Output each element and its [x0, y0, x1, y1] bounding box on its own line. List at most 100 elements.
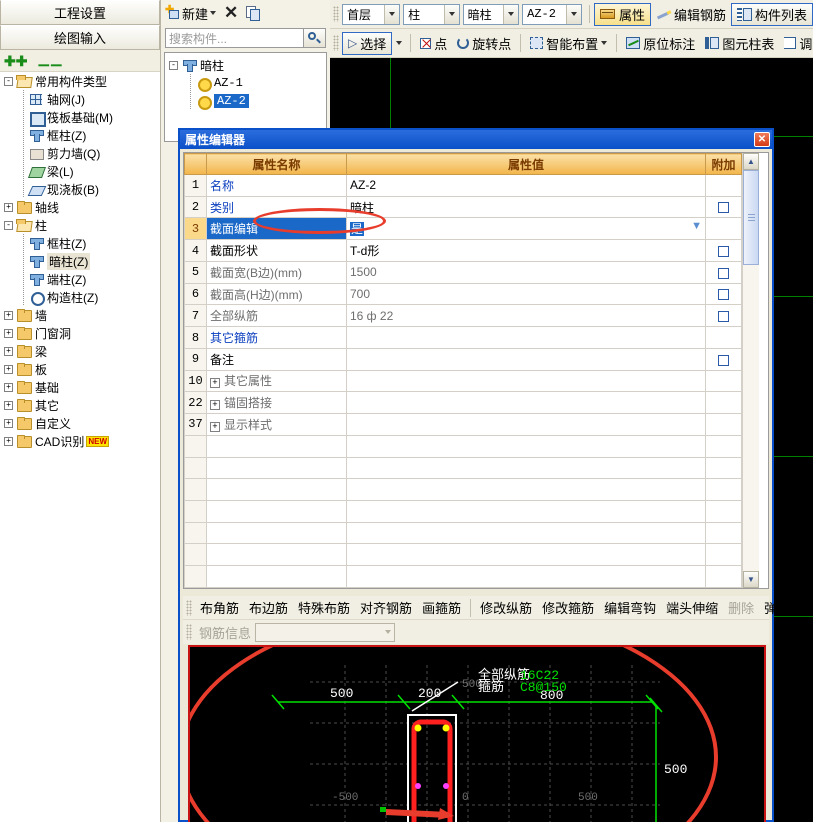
chevron-down-icon[interactable]: [601, 41, 608, 45]
property-value-cell[interactable]: 700: [346, 282, 706, 306]
project-settings-button[interactable]: 工程设置: [0, 0, 160, 25]
chevron-down-icon[interactable]: [385, 630, 392, 634]
add-component-icon[interactable]: ✚✚: [4, 54, 27, 68]
table-row[interactable]: 22 + 锚固搭接: [184, 391, 742, 415]
property-value-cell[interactable]: [346, 347, 706, 371]
component-list-button[interactable]: 构件列表: [730, 2, 813, 26]
edit-hook-button[interactable]: 编辑弯钩: [599, 597, 661, 618]
rebar-info-combo[interactable]: [255, 622, 396, 642]
draw-stirrup-button[interactable]: 画箍筋: [417, 597, 466, 618]
tree-item-10[interactable]: 暗柱(Z): [0, 252, 160, 270]
end-stretch-button[interactable]: 端头伸缩: [661, 597, 723, 618]
attach-cell[interactable]: [705, 239, 742, 262]
table-row[interactable]: 8 其它箍筋: [184, 326, 742, 349]
tree-expander[interactable]: -: [4, 220, 13, 230]
chevron-down-icon[interactable]: [396, 41, 403, 45]
property-value-cell[interactable]: [346, 413, 706, 436]
scroll-thumb[interactable]: [743, 170, 759, 265]
scroll-up-button[interactable]: ▲: [743, 153, 759, 170]
tree-expander[interactable]: +: [4, 202, 13, 212]
search-button[interactable]: [304, 28, 326, 48]
attach-cell[interactable]: [705, 260, 742, 284]
close-icon[interactable]: ✕: [754, 132, 770, 147]
close-icon[interactable]: ✕: [224, 4, 238, 21]
tree-expander[interactable]: +: [4, 382, 13, 392]
table-row[interactable]: 5 截面宽(B边)(mm) 1500: [184, 260, 742, 284]
property-name-cell[interactable]: 全部纵筋: [206, 304, 347, 328]
table-row[interactable]: 37 + 显示样式: [184, 413, 742, 436]
component-type-combo[interactable]: 暗柱: [462, 3, 520, 25]
search-input[interactable]: 搜索构件...: [165, 28, 304, 48]
attach-cell[interactable]: [705, 347, 742, 371]
tree-expander[interactable]: +: [4, 310, 13, 320]
attach-cell[interactable]: [705, 282, 742, 306]
attach-checkbox[interactable]: [718, 245, 729, 257]
tree-item-6[interactable]: 现浇板(B): [0, 180, 160, 198]
tree-expander[interactable]: +: [4, 346, 13, 356]
property-name-cell[interactable]: 备注: [206, 347, 347, 371]
property-name-cell[interactable]: 截面高(H边)(mm): [206, 282, 347, 306]
component-type-tree[interactable]: - 常用构件类型 轴网(J) 筏板基础(M) 框柱(Z) 剪力墙(Q) 梁(L) 现浇板(B)…: [0, 72, 160, 822]
property-value-cell[interactable]: AZ-2: [346, 174, 706, 197]
property-value-cell[interactable]: [346, 326, 706, 349]
table-row[interactable]: 9 备注: [184, 347, 742, 371]
row-expander[interactable]: +: [210, 421, 220, 432]
table-row[interactable]: 10 + 其它属性: [184, 369, 742, 393]
chevron-down-icon[interactable]: [503, 4, 519, 24]
property-value-cell[interactable]: 1500: [346, 260, 706, 284]
tree-expander[interactable]: +: [4, 436, 13, 446]
align-rebar-button[interactable]: 对齐钢筋: [355, 597, 417, 618]
chevron-down-icon[interactable]: ▼: [691, 220, 702, 232]
section-drawing-canvas[interactable]: -500 0 500 500 500 200 800 500 全部纵筋 16C2…: [188, 645, 766, 822]
dialog-titlebar[interactable]: 属性编辑器 ✕: [180, 130, 772, 149]
tree-expander[interactable]: +: [4, 364, 13, 374]
corner-rebar-button[interactable]: 布角筋: [195, 597, 244, 618]
tree-expander[interactable]: +: [4, 418, 13, 428]
special-rebar-button[interactable]: 特殊布筋: [293, 597, 355, 618]
tree-item-17[interactable]: + 基础: [0, 378, 160, 396]
property-value-cell[interactable]: 是 ▼: [346, 217, 706, 241]
remove-component-icon[interactable]: ⚊⚊: [37, 54, 62, 68]
row-expander[interactable]: +: [210, 378, 220, 389]
attach-checkbox[interactable]: [718, 354, 729, 366]
attach-checkbox[interactable]: [718, 289, 729, 301]
tree-item-0[interactable]: - 常用构件类型: [0, 72, 160, 90]
attach-checkbox[interactable]: [718, 267, 729, 279]
point-button[interactable]: 点: [415, 32, 452, 55]
tree-item-7[interactable]: + 轴线: [0, 198, 160, 216]
tree-item-19[interactable]: + 自定义: [0, 414, 160, 432]
component-item-2[interactable]: AZ-2: [167, 92, 324, 110]
property-name-cell[interactable]: + 显示样式: [206, 413, 347, 436]
tree-expander[interactable]: -: [4, 76, 13, 86]
property-name-cell[interactable]: 截面形状: [206, 239, 347, 262]
property-value-cell[interactable]: T-d形: [346, 239, 706, 262]
in-place-annotation-button[interactable]: 原位标注: [621, 32, 700, 55]
drawing-input-button[interactable]: 绘图输入: [0, 25, 160, 50]
element-column-table-button[interactable]: 图元柱表: [700, 32, 779, 55]
edit-rebar-button[interactable]: 编辑钢筋: [651, 3, 731, 26]
scroll-down-button[interactable]: ▼: [743, 571, 759, 588]
tree-item-15[interactable]: + 梁: [0, 342, 160, 360]
row-expander[interactable]: +: [210, 400, 220, 411]
tree-item-4[interactable]: 剪力墙(Q): [0, 144, 160, 162]
tree-item-11[interactable]: 端柱(Z): [0, 270, 160, 288]
select-button[interactable]: ▷ 选择: [342, 31, 393, 55]
component-item-1[interactable]: AZ-1: [167, 74, 324, 92]
tree-item-2[interactable]: 筏板基础(M): [0, 108, 160, 127]
tree-expander[interactable]: +: [4, 400, 13, 410]
tree-item-1[interactable]: 轴网(J): [0, 90, 160, 108]
properties-vscrollbar[interactable]: ▲ ▼: [742, 153, 759, 588]
tree-expander[interactable]: +: [4, 328, 13, 338]
adjust-column-end-button[interactable]: 调整柱端头: [779, 32, 813, 55]
table-row[interactable]: 1 名称 AZ-2: [184, 174, 742, 197]
table-row[interactable]: 4 截面形状 T-d形: [184, 239, 742, 262]
toolbar-grip[interactable]: [333, 6, 339, 22]
component-name-combo[interactable]: AZ-2: [522, 3, 582, 25]
attach-cell[interactable]: [705, 195, 742, 219]
copy-icon[interactable]: [246, 5, 262, 21]
property-value-cell[interactable]: 暗柱: [346, 195, 706, 219]
tree-item-13[interactable]: + 墙: [0, 306, 160, 324]
chevron-down-icon[interactable]: [565, 4, 581, 24]
category-combo[interactable]: 柱: [403, 3, 460, 25]
tree-item-5[interactable]: 梁(L): [0, 162, 160, 180]
